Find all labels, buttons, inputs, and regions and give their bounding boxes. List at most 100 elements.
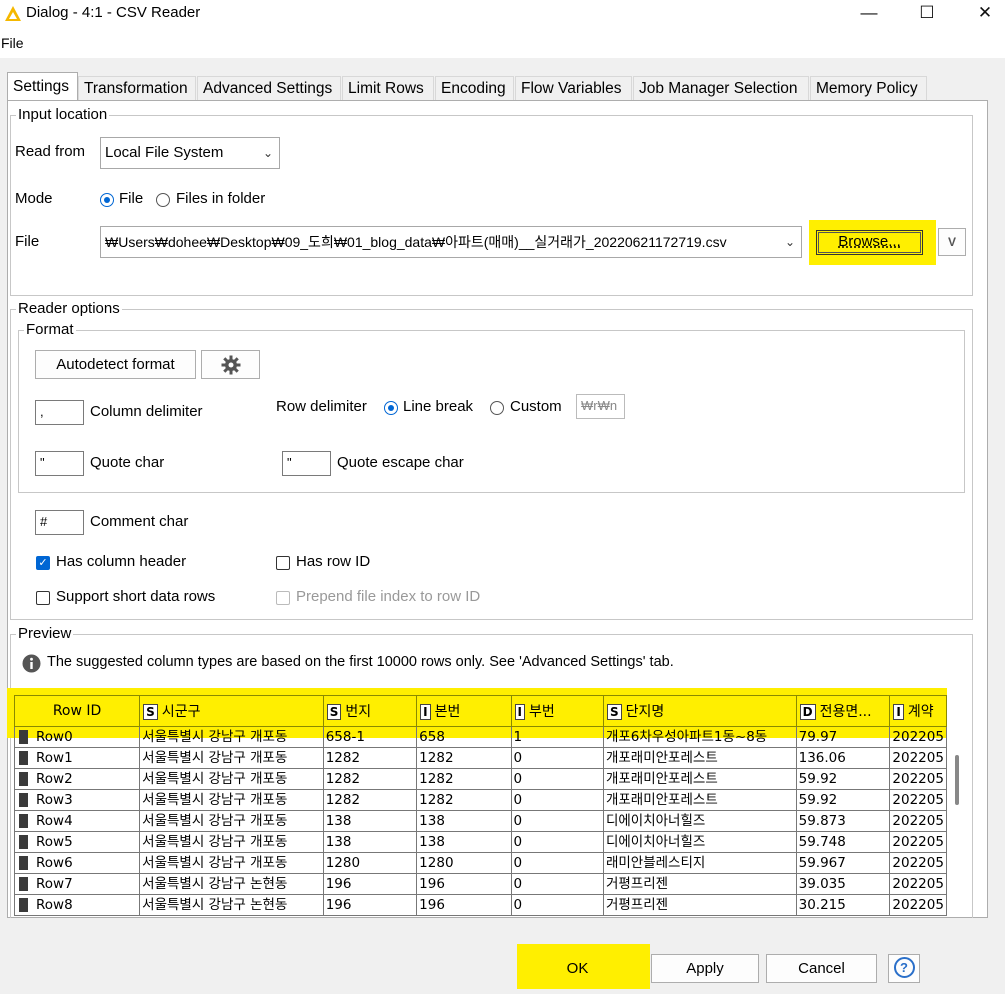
cell-value: 0 (513, 876, 523, 892)
cell-value: 136.06 (798, 750, 846, 766)
tab-transformation[interactable]: Transformation (78, 76, 196, 100)
table-cell: 30.215 (795, 894, 891, 916)
column-header[interactable]: S 단지명 (602, 695, 797, 727)
cell-value: 서울특별시 강남구 개포동 (142, 813, 288, 829)
table-row[interactable]: Row0 서울특별시 강남구 개포동 658-1 658 1 개포6차우성아파트1동~8동… (13, 726, 947, 748)
table-header-row: Row ID S 시군구 S 번지 I 본번 I 부번 S 단지명 D 전용면... I 계약 (13, 695, 947, 727)
cell-value: Row8 (36, 897, 73, 913)
cell-value: Row0 (36, 729, 73, 745)
cell-value: 0 (513, 834, 523, 850)
comment-char-input[interactable]: # (35, 510, 84, 535)
table-scrollbar[interactable] (955, 755, 959, 805)
cell-value: 202205 (892, 750, 944, 766)
mode-files-in-folder-label[interactable]: Files in folder (176, 190, 265, 207)
quote-char-input[interactable]: " (35, 451, 84, 476)
quote-escape-input[interactable]: " (282, 451, 331, 476)
type-icon: I (420, 704, 431, 720)
table-cell: 1282 (416, 768, 512, 790)
column-header[interactable]: I 본번 (416, 695, 512, 727)
window-title: Dialog - 4:1 - CSV Reader (26, 4, 201, 21)
tab-limit-rows[interactable]: Limit Rows (342, 76, 434, 100)
row-id-cell: Row5 (13, 831, 141, 853)
table-row[interactable]: Row8 서울특별시 강남구 논현동 196 196 0 거평프리젠 30.215 20220… (13, 894, 947, 916)
table-cell: 서울특별시 강남구 개포동 (139, 810, 324, 832)
file-path-select[interactable]: ₩Users₩dohee₩Desktop₩09_도희₩01_blog_data₩… (100, 226, 802, 258)
column-header[interactable]: I 계약 (889, 695, 947, 727)
support-short-rows-checkbox[interactable] (36, 591, 50, 605)
column-delimiter-input[interactable]: , (35, 400, 84, 425)
preview-table-container[interactable]: Row ID S 시군구 S 번지 I 본번 I 부번 S 단지명 D 전용면... I 계약… (7, 688, 947, 918)
cell-value: Row3 (36, 792, 73, 808)
tab-job-manager-selection[interactable]: Job Manager Selection (633, 76, 809, 100)
apply-button[interactable]: Apply (651, 954, 759, 983)
help-button[interactable]: ? (888, 954, 920, 983)
table-row[interactable]: Row2 서울특별시 강남구 개포동 1282 1282 0 개포래미안포레스트 59.92… (13, 768, 947, 790)
custom-delimiter-input[interactable]: ₩r₩n (576, 394, 625, 419)
line-break-label[interactable]: Line break (403, 398, 473, 415)
line-break-radio[interactable] (384, 401, 398, 415)
minimize-button[interactable]: — (846, 0, 892, 30)
table-cell: 138 (322, 831, 418, 853)
cell-value: 138 (325, 834, 352, 850)
mode-files-in-folder-radio[interactable] (156, 193, 170, 207)
table-cell: 196 (322, 894, 418, 916)
custom-delimiter-radio[interactable] (490, 401, 504, 415)
table-row[interactable]: Row4 서울특별시 강남구 개포동 138 138 0 디에이치아너힐즈 59.873 20… (13, 810, 947, 832)
column-header[interactable]: S 시군구 (139, 695, 324, 727)
table-cell: 1 (510, 726, 604, 748)
table-row[interactable]: Row1 서울특별시 강남구 개포동 1282 1282 0 개포래미안포레스트 136.0… (13, 747, 947, 769)
cell-value: 0 (513, 897, 523, 913)
table-cell: 1280 (416, 852, 512, 874)
read-from-select[interactable]: Local File System ⌄ (100, 137, 280, 169)
cell-value: 30.215 (798, 897, 846, 913)
column-name: Row ID (52, 703, 102, 719)
has-column-header-checkbox[interactable]: ✓ (36, 556, 50, 570)
tab-advanced-settings[interactable]: Advanced Settings (197, 76, 341, 100)
row-marker-icon (19, 793, 28, 807)
table-row[interactable]: Row3 서울특별시 강남구 개포동 1282 1282 0 개포래미안포레스트 59.92… (13, 789, 947, 811)
type-icon: S (606, 704, 622, 720)
column-header[interactable]: Row ID (13, 695, 141, 727)
flow-variable-button[interactable]: V (938, 228, 966, 256)
table-cell: 138 (416, 810, 512, 832)
close-button[interactable]: ✕ (962, 0, 1005, 30)
table-cell: 202205 (889, 789, 947, 811)
custom-delimiter-label[interactable]: Custom (510, 398, 562, 415)
autodetect-format-button[interactable]: Autodetect format (35, 350, 196, 379)
cell-value: 202205 (892, 729, 944, 745)
tab-settings[interactable]: Settings (7, 72, 78, 101)
table-cell: 디에이치아너힐즈 (602, 810, 797, 832)
knime-logo-icon (5, 6, 21, 21)
ok-button[interactable]: OK (521, 954, 634, 983)
tab-encoding[interactable]: Encoding (435, 76, 514, 100)
cell-value: 0 (513, 813, 523, 829)
table-cell: 0 (510, 831, 604, 853)
file-label: File (15, 233, 40, 250)
has-row-id-label[interactable]: Has row ID (296, 553, 370, 570)
has-row-id-checkbox[interactable] (276, 556, 290, 570)
cell-value: 개포래미안포레스트 (605, 771, 718, 787)
mode-file-label[interactable]: File (119, 190, 143, 207)
has-column-header-label[interactable]: Has column header (56, 553, 186, 570)
column-header[interactable]: I 부번 (510, 695, 604, 727)
support-short-rows-label[interactable]: Support short data rows (56, 588, 215, 605)
table-row[interactable]: Row7 서울특별시 강남구 논현동 196 196 0 거평프리젠 39.035 20220… (13, 873, 947, 895)
browse-button[interactable]: Browse... (816, 230, 923, 255)
cancel-button[interactable]: Cancel (766, 954, 877, 983)
tab-memory-policy[interactable]: Memory Policy (810, 76, 927, 100)
column-name: 전용면... (819, 704, 872, 720)
table-row[interactable]: Row6 서울특별시 강남구 개포동 1280 1280 0 래미안블레스티지 59.967… (13, 852, 947, 874)
autodetect-settings-button[interactable] (201, 350, 260, 379)
mode-file-radio[interactable] (100, 193, 114, 207)
column-name: 번지 (345, 704, 372, 720)
table-cell: 196 (322, 873, 418, 895)
cell-value: 1280 (325, 855, 361, 871)
maximize-button[interactable]: ☐ (904, 0, 950, 30)
table-row[interactable]: Row5 서울특별시 강남구 개포동 138 138 0 디에이치아너힐즈 59.748 20… (13, 831, 947, 853)
reader-options-legend: Reader options (18, 300, 120, 317)
table-cell: 1282 (322, 789, 418, 811)
menu-file[interactable]: File (1, 35, 24, 51)
tab-flow-variables[interactable]: Flow Variables (515, 76, 632, 100)
column-header[interactable]: D 전용면... (795, 695, 891, 727)
column-header[interactable]: S 번지 (322, 695, 418, 727)
